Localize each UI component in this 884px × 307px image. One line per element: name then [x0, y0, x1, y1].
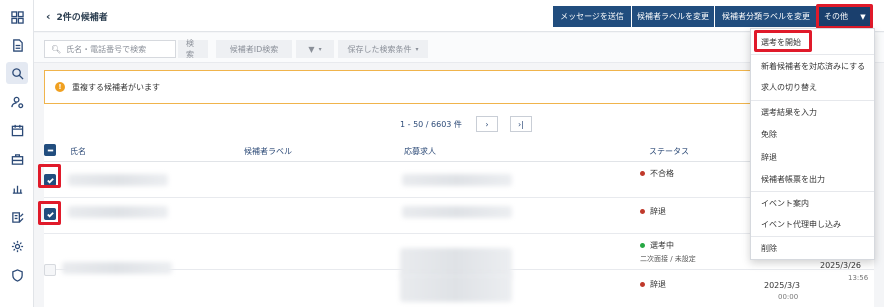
sidebar-item-users[interactable] [6, 91, 28, 113]
table-row[interactable]: 辞退 2025/3/3 00:00 [44, 270, 874, 307]
shield-icon [11, 268, 23, 282]
last-page-button[interactable]: ›| [510, 116, 532, 132]
menu-item-event-proxy-apply[interactable]: イベント代理申し込み [751, 213, 874, 235]
chevron-left-icon: ‹ [46, 10, 51, 23]
sidebar-item-candidate-search[interactable] [6, 62, 28, 84]
search-icon: 🔍︎ [51, 44, 62, 54]
status-cell: 選考中 [640, 240, 674, 251]
search-input[interactable]: 🔍︎ 氏名・電話番号で検索 [44, 40, 176, 58]
dashboard-icon [10, 10, 24, 24]
warning-icon: ! [55, 82, 65, 92]
minus-icon [47, 149, 53, 151]
menu-item-exempt[interactable]: 免除 [751, 123, 874, 145]
sidebar-item-jobs[interactable] [6, 148, 28, 170]
check-icon [46, 211, 54, 218]
menu-item-mark-new-handled[interactable]: 新着候補者を対応済みにする [751, 55, 874, 77]
selection-count-title: 2件の候補者 [56, 13, 108, 23]
sidebar [0, 0, 34, 307]
filter-button[interactable]: ▼ ▾ [296, 40, 334, 58]
candidate-id-search-button[interactable]: 候補者ID検索 [216, 40, 292, 58]
form-icon [11, 211, 24, 223]
status-dot [640, 243, 645, 248]
sidebar-item-reports[interactable] [6, 177, 28, 199]
saved-search-conditions-button[interactable]: 保存した検索条件 ▾ [338, 40, 428, 58]
other-actions-button[interactable]: その他 [818, 6, 854, 27]
sidebar-item-calendar[interactable] [6, 119, 28, 141]
row-checkbox[interactable] [44, 174, 56, 186]
back-link[interactable]: ‹ 2件の候補者 [46, 10, 108, 23]
updated-date: 2025/3/3 [764, 281, 800, 290]
saved-conditions-label: 保存した検索条件 [347, 44, 412, 54]
change-candidate-label-button[interactable]: 候補者ラベルを変更 [632, 6, 714, 27]
menu-item-decline[interactable]: 辞退 [751, 146, 874, 168]
next-page-button[interactable]: › [476, 116, 498, 132]
status-dot [640, 171, 645, 176]
menu-item-enter-result[interactable]: 選考結果を入力 [751, 101, 874, 123]
status-cell: 不合格 [640, 168, 674, 179]
redacted-name [68, 174, 168, 186]
status-dot [640, 209, 645, 214]
search-input-placeholder: 氏名・電話番号で検索 [66, 44, 147, 54]
sidebar-item-forms[interactable] [6, 206, 28, 228]
other-actions-menu: 選考を開始 新着候補者を対応済みにする 求人の切り替え 選考結果を入力 免除 辞… [750, 28, 875, 260]
updated-date: 2025/3/26 [820, 261, 862, 270]
bar-chart-icon [12, 185, 22, 194]
menu-item-delete[interactable]: 削除 [751, 237, 874, 259]
menu-item-switch-job[interactable]: 求人の切り替え [751, 76, 874, 98]
column-header-status[interactable]: ステータス [649, 146, 689, 157]
briefcase-icon [11, 153, 23, 165]
filter-icon: ▼ [308, 44, 315, 54]
redacted-job [400, 274, 512, 302]
status-sub-text: 二次面接 / 未設定 [640, 255, 696, 263]
calendar-icon [11, 124, 23, 136]
menu-item-event-invite[interactable]: イベント案内 [751, 192, 874, 214]
sidebar-item-documents[interactable] [6, 34, 28, 56]
status-text: 辞退 [650, 207, 666, 216]
document-icon [12, 38, 23, 52]
status-cell: 辞退 [640, 206, 666, 217]
menu-item-export-candidate-form[interactable]: 候補者帳票を出力 [751, 168, 874, 190]
sidebar-item-settings[interactable] [6, 235, 28, 257]
search-icon [11, 67, 24, 80]
sidebar-item-dashboard[interactable] [6, 6, 28, 28]
redacted-job [402, 206, 512, 218]
app-window: ‹ 2件の候補者 メッセージを送信 候補者ラベルを変更 候補者分類ラベルを変更 … [0, 0, 884, 307]
chevron-down-icon[interactable]: ▼ [854, 6, 872, 27]
check-icon [46, 177, 54, 184]
main-area: ‹ 2件の候補者 メッセージを送信 候補者ラベルを変更 候補者分類ラベルを変更 … [34, 0, 884, 307]
column-header-label[interactable]: 候補者ラベル [244, 146, 292, 157]
updated-time: 13:56 [848, 274, 869, 282]
status-text: 辞退 [650, 280, 666, 289]
alert-message: 重複する候補者がいます [72, 82, 160, 92]
pagination-range: 1 - 50 / 6603 件 [400, 119, 462, 129]
status-text: 選考中 [650, 241, 674, 250]
select-all-checkbox[interactable] [44, 144, 56, 156]
search-button[interactable]: 検索 [178, 39, 208, 59]
updated-time: 00:00 [778, 293, 799, 301]
column-header-job[interactable]: 応募求人 [404, 146, 436, 157]
send-message-button[interactable]: メッセージを送信 [553, 6, 631, 27]
change-category-label-button[interactable]: 候補者分類ラベルを変更 [715, 6, 817, 27]
redacted-job [402, 174, 512, 186]
sidebar-item-security[interactable] [6, 264, 28, 286]
status-text: 不合格 [650, 169, 674, 178]
caret-down-icon: ▾ [318, 45, 322, 53]
menu-item-start-selection[interactable]: 選考を開始 [751, 31, 874, 53]
gear-icon [11, 240, 23, 252]
row-checkbox[interactable] [44, 208, 56, 220]
redacted-name [68, 206, 168, 218]
caret-down-icon: ▾ [415, 45, 419, 53]
status-dot [640, 282, 645, 287]
user-settings-icon [10, 96, 23, 108]
status-cell: 辞退 [640, 279, 666, 290]
column-header-name[interactable]: 氏名 [70, 146, 86, 157]
